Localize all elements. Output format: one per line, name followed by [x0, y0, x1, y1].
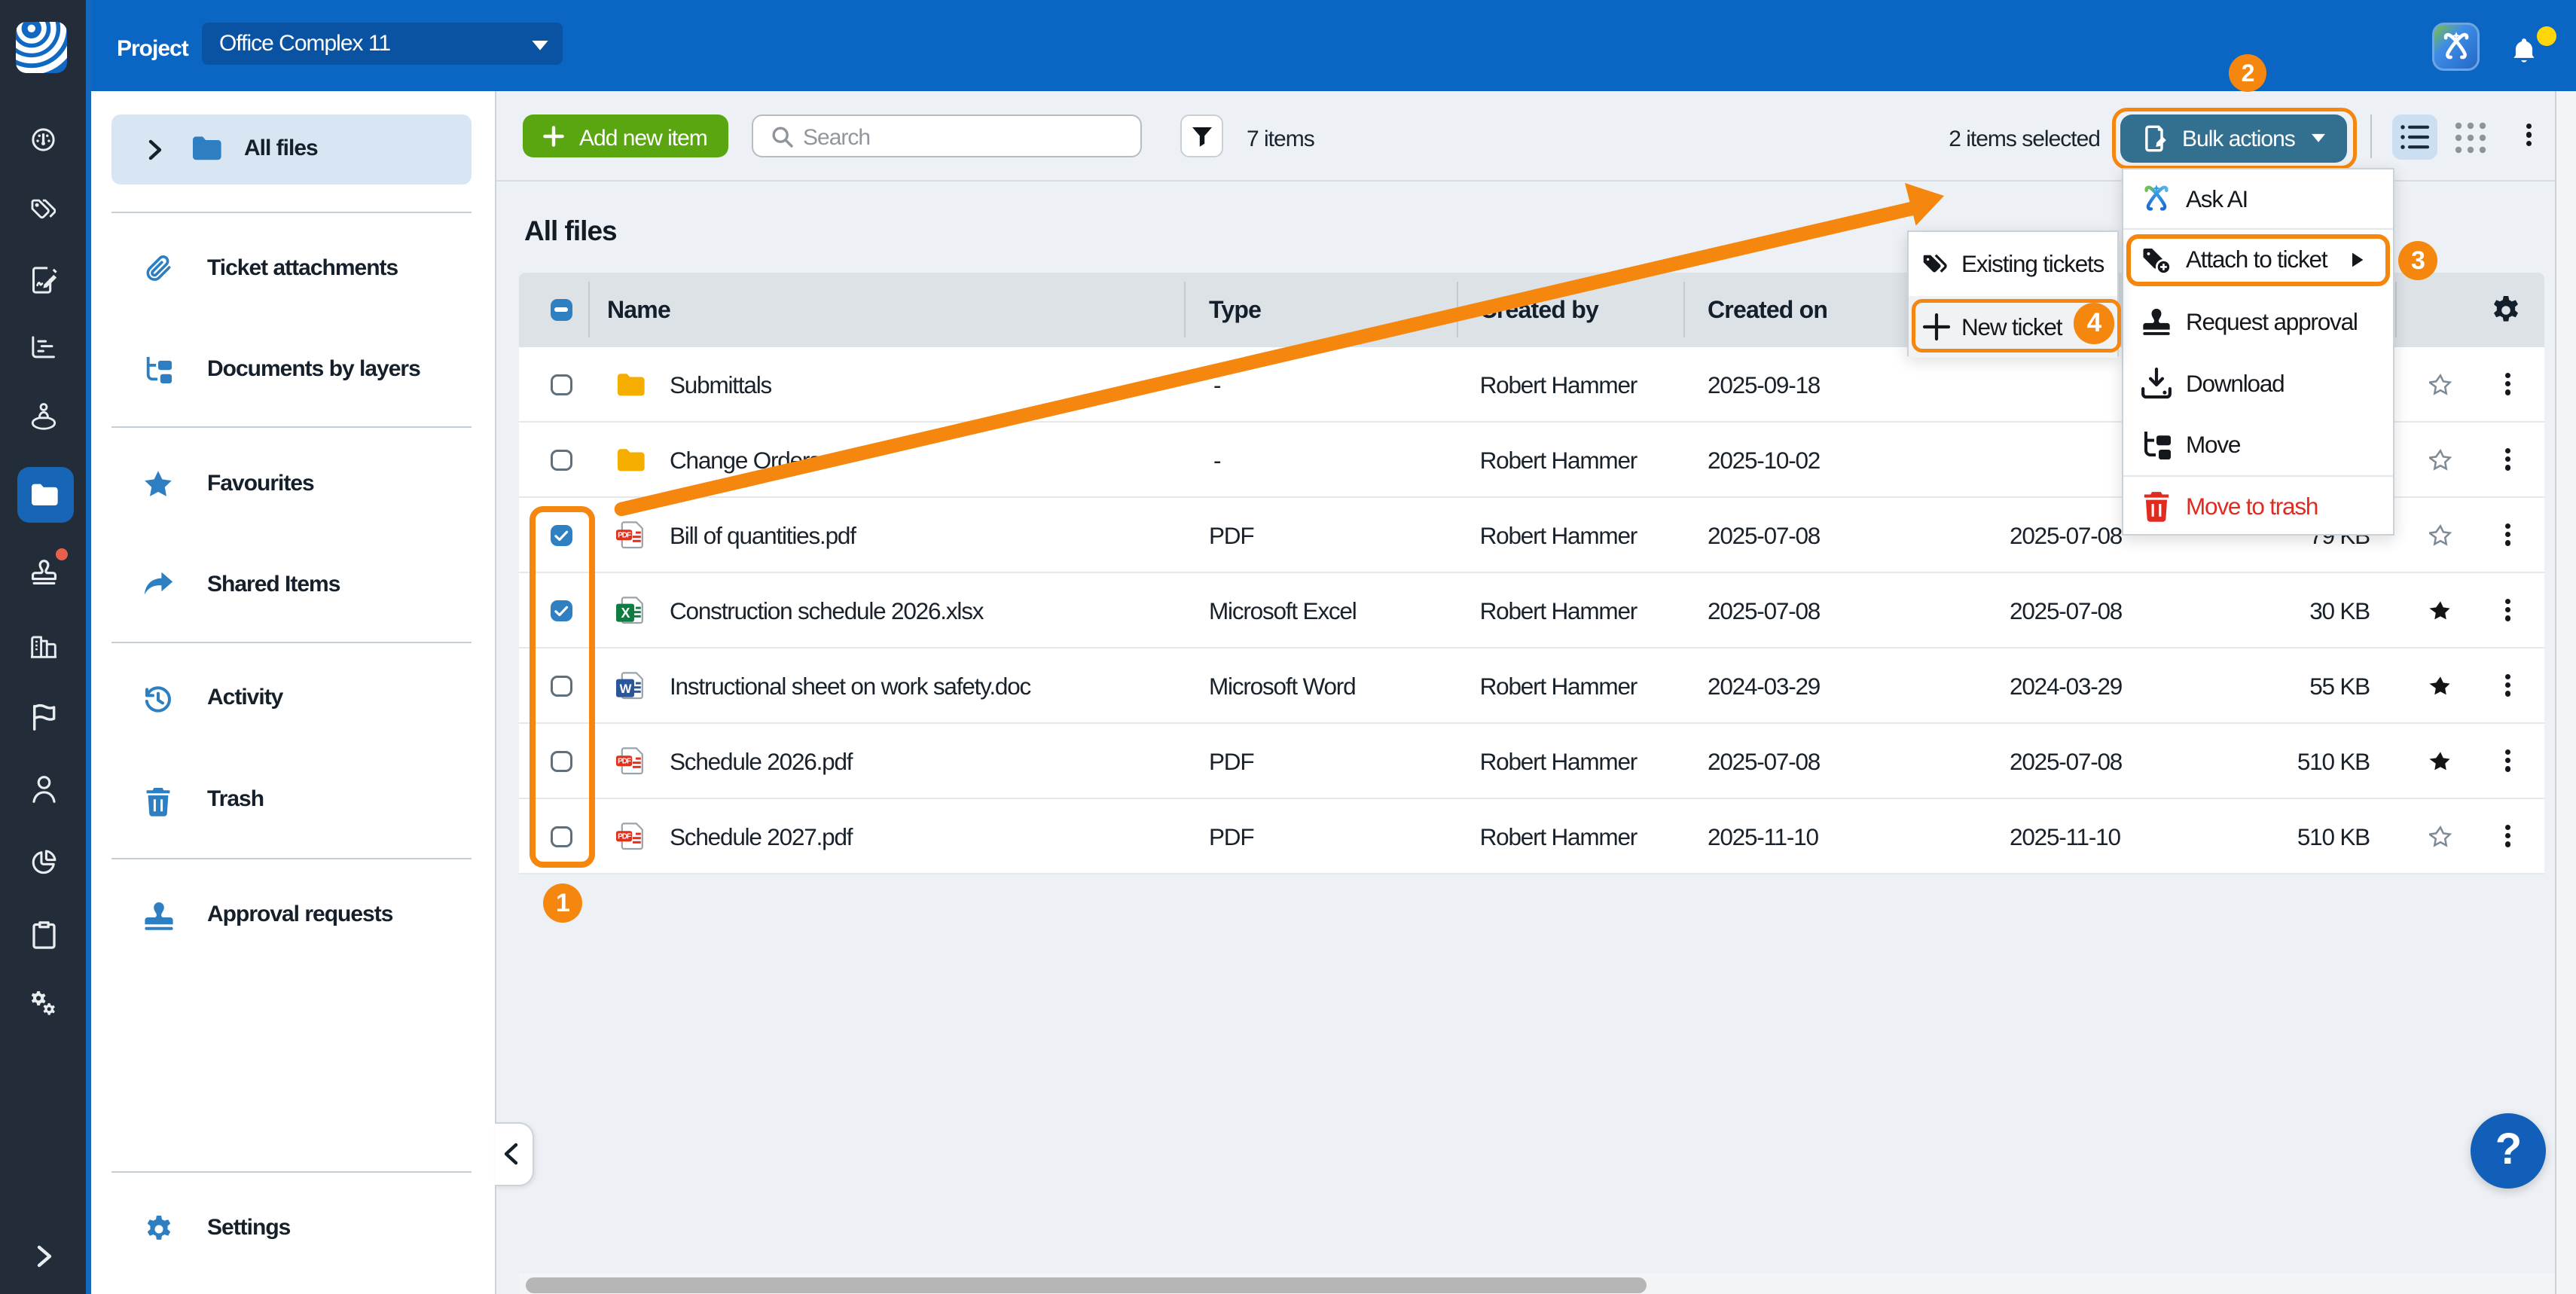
- svg-text:PDF: PDF: [618, 532, 631, 540]
- svg-text:PDF: PDF: [618, 833, 631, 841]
- svg-text:PDF: PDF: [618, 758, 631, 766]
- svg-text:X: X: [621, 606, 630, 621]
- svg-text:W: W: [620, 682, 632, 696]
